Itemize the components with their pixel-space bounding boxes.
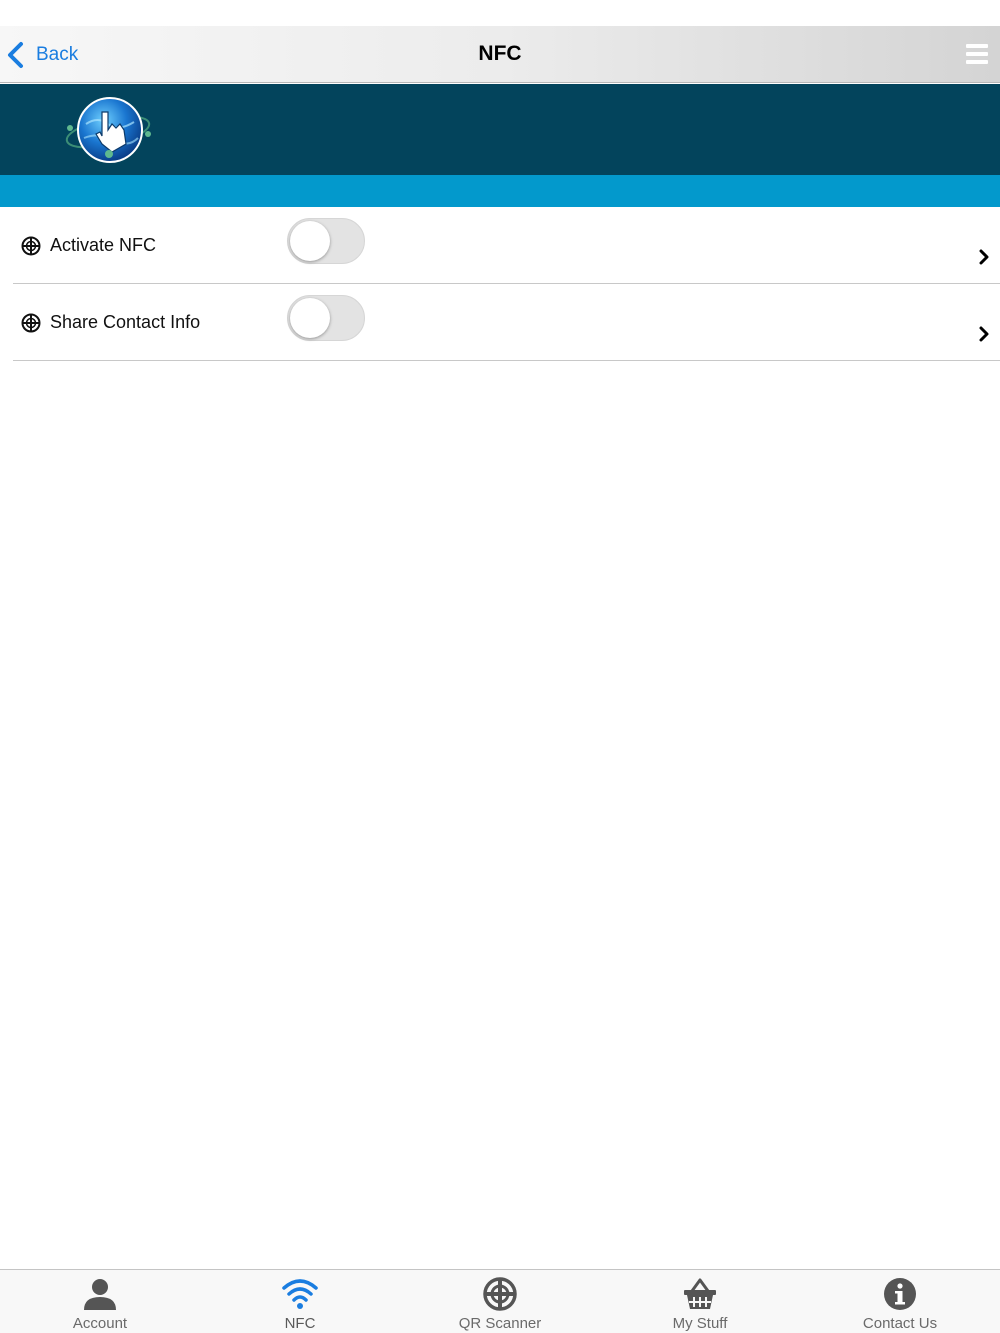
info-icon xyxy=(884,1278,916,1310)
tab-label: My Stuff xyxy=(672,1315,728,1332)
setting-label: Share Contact Info xyxy=(50,312,201,332)
share-contact-info-toggle[interactable] xyxy=(287,295,365,341)
chevron-right-icon xyxy=(979,249,989,265)
tab-contact-us[interactable]: Contact Us xyxy=(800,1270,1000,1333)
setting-row-activate-nfc[interactable]: Activate NFC xyxy=(13,207,1000,284)
tab-my-stuff[interactable]: My Stuff xyxy=(600,1270,800,1333)
navigation-bar: Back NFC xyxy=(0,26,1000,83)
brand-banner xyxy=(0,84,1000,175)
accent-bar xyxy=(0,175,1000,207)
status-bar-area xyxy=(0,0,1000,26)
wifi-icon xyxy=(282,1279,318,1309)
tab-label: NFC xyxy=(284,1315,316,1332)
chevron-right-icon xyxy=(979,326,989,342)
tab-label: Account xyxy=(72,1315,128,1332)
page-title: NFC xyxy=(478,42,522,65)
chevron-left-icon xyxy=(8,42,23,68)
tab-nfc[interactable]: NFC xyxy=(200,1270,400,1333)
tab-qr-scanner[interactable]: QR Scanner xyxy=(400,1270,600,1333)
tab-account[interactable]: Account xyxy=(0,1270,200,1333)
globe-hand-logo xyxy=(65,97,151,163)
back-button[interactable]: Back xyxy=(6,40,78,70)
crosshair-icon xyxy=(483,1277,517,1311)
activate-nfc-toggle[interactable] xyxy=(287,218,365,264)
back-label: Back xyxy=(36,44,79,65)
hamburger-menu-icon[interactable] xyxy=(966,44,988,66)
tab-label: Contact Us xyxy=(862,1315,938,1332)
settings-list: Activate NFC Share Contact Info xyxy=(13,207,1000,361)
basket-icon xyxy=(684,1278,716,1309)
person-icon xyxy=(84,1279,116,1310)
crosshair-icon xyxy=(21,236,41,256)
setting-row-share-contact-info[interactable]: Share Contact Info xyxy=(13,284,1000,361)
tab-bar: Account NFC QR Scanner My Stuff Contact … xyxy=(0,1269,1000,1333)
setting-label: Activate NFC xyxy=(50,235,157,255)
crosshair-icon xyxy=(21,313,41,333)
tab-label: QR Scanner xyxy=(458,1315,542,1332)
